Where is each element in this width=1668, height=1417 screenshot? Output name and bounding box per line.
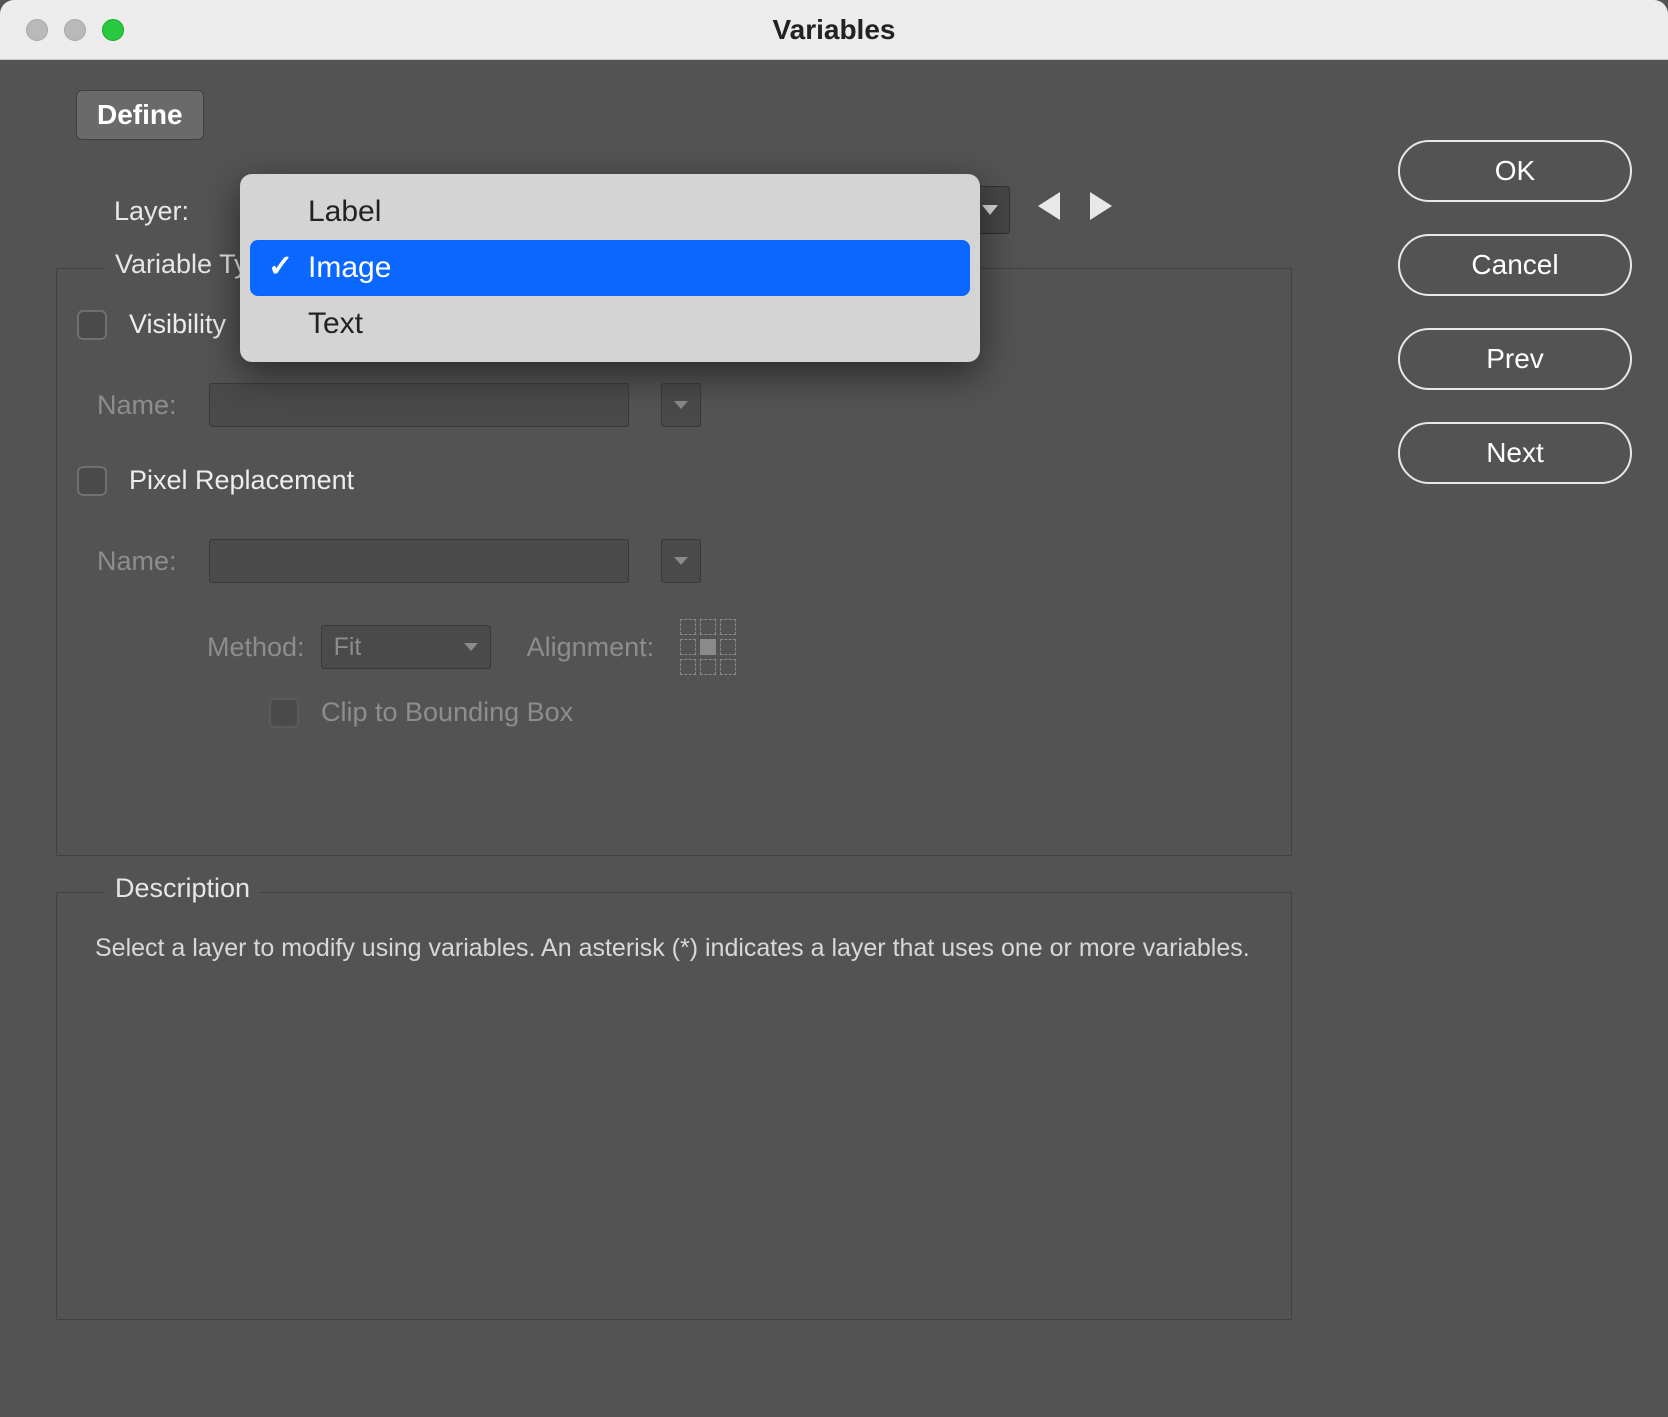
popup-item-text-option[interactable]: Text xyxy=(250,296,970,352)
side-button-column: OK Cancel Prev Next xyxy=(1398,140,1632,484)
visibility-checkbox[interactable] xyxy=(77,310,107,340)
cancel-button[interactable]: Cancel xyxy=(1398,234,1632,296)
pixel-name-dropdown[interactable] xyxy=(661,539,701,583)
pixel-replacement-label: Pixel Replacement xyxy=(129,465,354,496)
alignment-label: Alignment: xyxy=(527,632,655,663)
align-cell-tc xyxy=(700,619,716,635)
popup-item-label[interactable]: Label xyxy=(250,184,970,240)
checkmark-icon: ✓ xyxy=(268,249,293,284)
prev-layer-arrow-icon[interactable] xyxy=(1038,192,1060,220)
method-select[interactable]: Fit xyxy=(321,625,491,669)
align-cell-tr xyxy=(720,619,736,635)
align-cell-ml xyxy=(680,639,696,655)
window-minimize-button[interactable] xyxy=(64,19,86,41)
method-value: Fit xyxy=(334,633,362,662)
popup-item-text: Text xyxy=(308,307,363,341)
ok-button[interactable]: OK xyxy=(1398,140,1632,202)
traffic-lights xyxy=(26,19,124,41)
popup-item-image[interactable]: ✓ Image xyxy=(250,240,970,296)
layer-label: Layer: xyxy=(114,196,189,227)
pixel-name-row: Name: xyxy=(97,539,701,583)
method-label: Method: xyxy=(207,632,305,663)
description-legend: Description xyxy=(105,873,260,904)
window-close-button[interactable] xyxy=(26,19,48,41)
align-cell-bc xyxy=(700,659,716,675)
next-button[interactable]: Next xyxy=(1398,422,1632,484)
visibility-label: Visibility xyxy=(129,309,226,340)
description-group: Description Select a layer to modify usi… xyxy=(56,892,1292,1320)
visibility-name-row: Name: xyxy=(97,383,701,427)
popup-item-text: Label xyxy=(308,195,381,229)
dialog-content: Define Layer: Variable Type Visibility N… xyxy=(0,60,1668,1417)
pixel-replacement-checkbox[interactable] xyxy=(77,466,107,496)
visibility-row: Visibility xyxy=(77,309,226,340)
align-cell-center xyxy=(700,639,716,655)
clip-label: Clip to Bounding Box xyxy=(321,697,573,728)
visibility-name-dropdown[interactable] xyxy=(661,383,701,427)
clip-row: Clip to Bounding Box xyxy=(269,697,573,728)
chevron-down-icon xyxy=(674,401,688,409)
align-cell-tl xyxy=(680,619,696,635)
method-row: Method: Fit Alignment: xyxy=(207,619,736,675)
align-cell-bl xyxy=(680,659,696,675)
align-cell-mr xyxy=(720,639,736,655)
titlebar: Variables xyxy=(0,0,1668,60)
pixel-replacement-row: Pixel Replacement xyxy=(77,465,354,496)
description-text: Select a layer to modify using variables… xyxy=(95,931,1253,966)
clip-checkbox[interactable] xyxy=(269,698,299,728)
alignment-picker[interactable] xyxy=(680,619,736,675)
chevron-down-icon xyxy=(674,557,688,565)
visibility-name-label: Name: xyxy=(97,390,177,421)
layer-nav-arrows xyxy=(1038,192,1112,220)
variables-dialog-window: Variables Define Layer: Variable Type Vi… xyxy=(0,0,1668,1417)
pixel-name-label: Name: xyxy=(97,546,177,577)
window-zoom-button[interactable] xyxy=(102,19,124,41)
window-title: Variables xyxy=(773,14,896,46)
chevron-down-icon xyxy=(982,205,998,215)
pixel-name-input[interactable] xyxy=(209,539,629,583)
popup-item-text: Image xyxy=(308,251,391,285)
next-layer-arrow-icon[interactable] xyxy=(1090,192,1112,220)
align-cell-br xyxy=(720,659,736,675)
prev-button[interactable]: Prev xyxy=(1398,328,1632,390)
visibility-name-input[interactable] xyxy=(209,383,629,427)
layer-dropdown-popup: Label ✓ Image Text xyxy=(240,174,980,362)
chevron-down-icon xyxy=(464,643,478,651)
define-button[interactable]: Define xyxy=(76,90,204,140)
